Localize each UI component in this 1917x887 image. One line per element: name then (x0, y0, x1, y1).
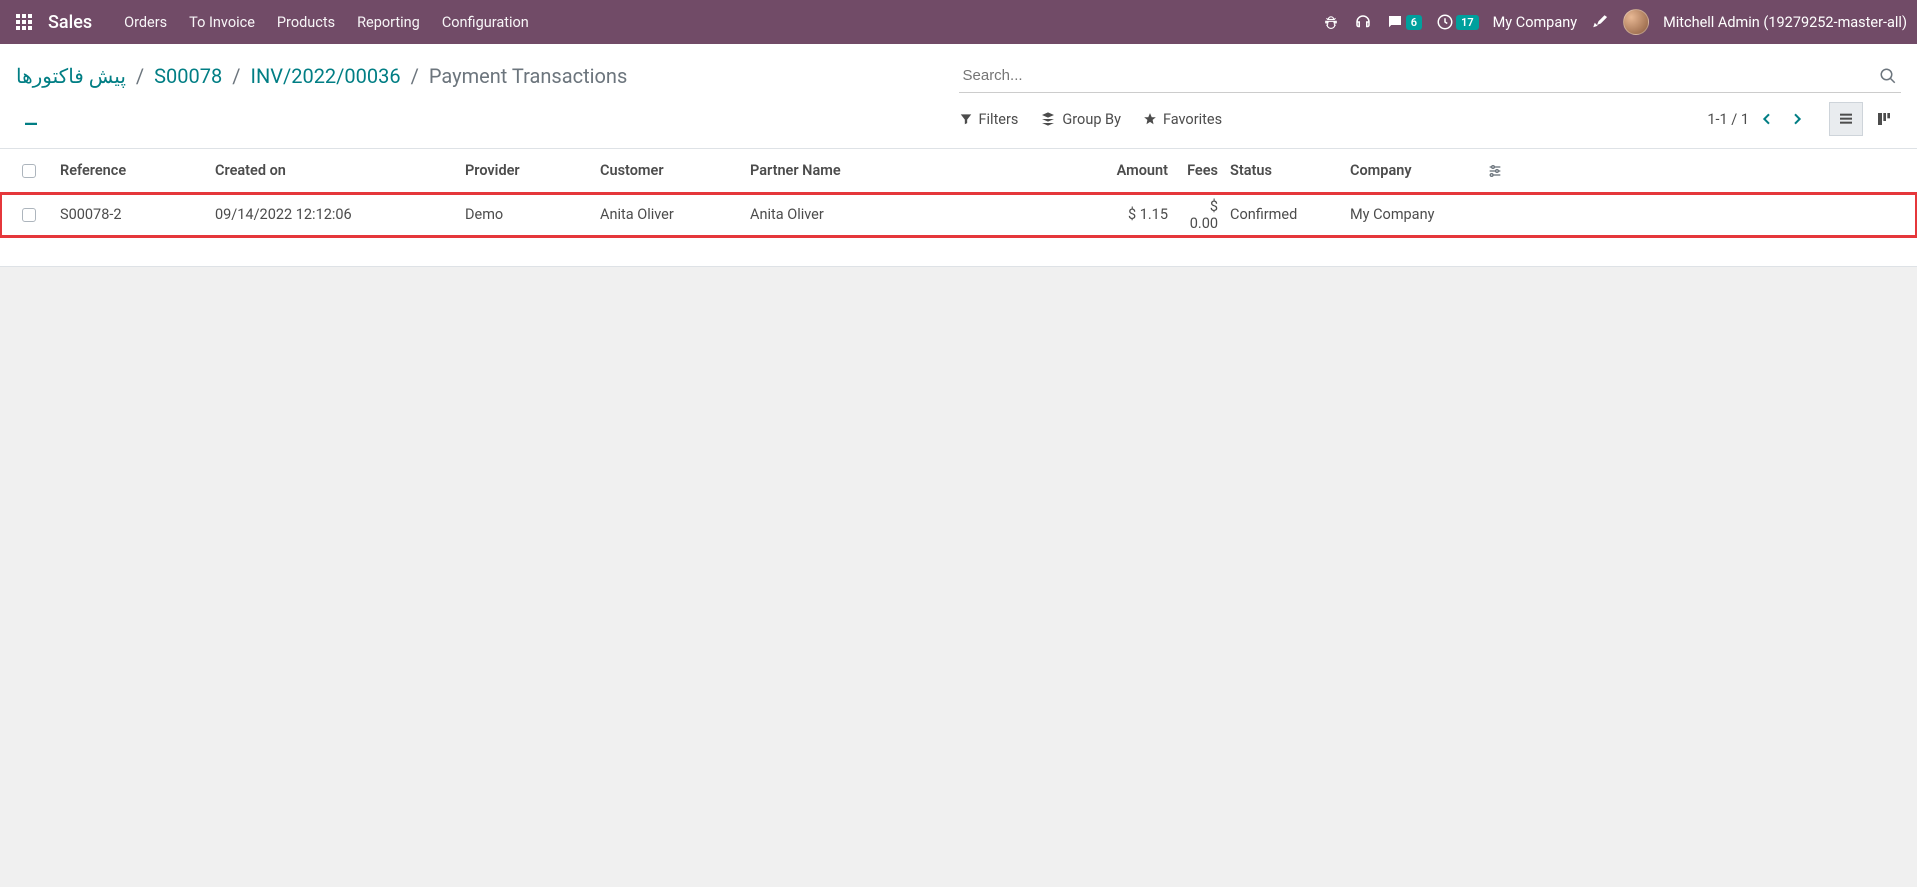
col-partner-name[interactable]: Partner Name (744, 162, 1044, 179)
select-all-cell (4, 164, 54, 178)
cell-fees: $ 0.00 (1174, 198, 1224, 232)
breadcrumb-sep: / (136, 64, 144, 88)
col-company[interactable]: Company (1344, 162, 1479, 179)
cell-created-on: 09/14/2022 12:12:06 (209, 206, 459, 223)
col-status[interactable]: Status (1224, 162, 1344, 179)
cell-amount: $ 1.15 (1044, 206, 1174, 223)
nav-menu-reporting[interactable]: Reporting (357, 14, 420, 31)
company-switcher[interactable]: My Company (1493, 14, 1577, 31)
view-switch (1829, 102, 1901, 136)
avatar[interactable] (1623, 9, 1649, 35)
cell-company: My Company (1344, 206, 1479, 223)
cell-partner-name: Anita Oliver (744, 206, 1044, 223)
pager: 1-1 / 1 (1707, 102, 1901, 136)
col-provider[interactable]: Provider (459, 162, 594, 179)
cell-customer: Anita Oliver (594, 206, 744, 223)
search-icon[interactable] (1875, 63, 1901, 89)
cp-search-tools: Filters Group By Favorites 1-1 / 1 (959, 102, 1902, 136)
activities-badge: 17 (1456, 15, 1479, 30)
top-nav: Sales Orders To Invoice Products Reporti… (0, 0, 1917, 44)
col-fees[interactable]: Fees (1174, 162, 1224, 179)
col-reference[interactable]: Reference (54, 162, 209, 179)
kanban-view-button[interactable] (1867, 102, 1901, 136)
messages-badge: 6 (1406, 15, 1422, 30)
search-input[interactable] (959, 59, 1876, 92)
breadcrumb-sep: / (411, 64, 419, 88)
user-menu[interactable]: Mitchell Admin (19279252-master-all) (1663, 14, 1907, 31)
activities-icon[interactable]: 17 (1436, 8, 1479, 36)
nav-menu-configuration[interactable]: Configuration (442, 14, 529, 31)
cp-row-toolbar: Filters Group By Favorites 1-1 / 1 (16, 98, 1901, 148)
filters-button[interactable]: Filters (959, 111, 1019, 128)
nav-menu-products[interactable]: Products (277, 14, 335, 31)
favorites-label: Favorites (1163, 111, 1222, 128)
cp-row-breadcrumb: پیش فاکتورها / S00078 / INV/2022/00036 /… (16, 54, 1901, 98)
pager-text: 1-1 / 1 (1707, 111, 1749, 128)
app-brand[interactable]: Sales (48, 12, 92, 33)
search-wrap (959, 59, 1902, 93)
groupby-label: Group By (1062, 111, 1121, 128)
list-footer (0, 237, 1917, 267)
support-icon[interactable] (1354, 8, 1372, 36)
favorites-button[interactable]: Favorites (1143, 111, 1222, 128)
col-amount[interactable]: Amount (1044, 162, 1174, 179)
column-options-icon[interactable] (1479, 163, 1511, 179)
apps-icon[interactable] (10, 8, 38, 36)
cp-left-tools (16, 106, 46, 132)
list-header: Reference Created on Provider Customer P… (0, 149, 1917, 193)
control-panel: پیش فاکتورها / S00078 / INV/2022/00036 /… (0, 44, 1917, 149)
top-nav-menu: Orders To Invoice Products Reporting Con… (124, 14, 529, 31)
bug-icon[interactable] (1322, 8, 1340, 36)
breadcrumb: پیش فاکتورها / S00078 / INV/2022/00036 /… (16, 64, 627, 88)
row-select-cell (4, 208, 54, 222)
nav-menu-orders[interactable]: Orders (124, 14, 167, 31)
pager-prev[interactable] (1755, 107, 1779, 131)
list-view: Reference Created on Provider Customer P… (0, 149, 1917, 267)
breadcrumb-link-1[interactable]: S00078 (154, 64, 222, 88)
cell-status: Confirmed (1224, 206, 1344, 223)
list-view-button[interactable] (1829, 102, 1863, 136)
pager-next[interactable] (1785, 107, 1809, 131)
filters-label: Filters (979, 111, 1019, 128)
top-nav-right: 6 17 My Company Mitchell Admin (19279252… (1322, 8, 1907, 36)
nav-menu-to-invoice[interactable]: To Invoice (189, 14, 255, 31)
tools-icon[interactable] (1591, 8, 1609, 36)
table-row[interactable]: S00078-2 09/14/2022 12:12:06 Demo Anita … (0, 193, 1917, 237)
select-all-checkbox[interactable] (22, 164, 36, 178)
col-created-on[interactable]: Created on (209, 162, 459, 179)
breadcrumb-current: Payment Transactions (429, 64, 627, 88)
breadcrumb-sep: / (232, 64, 240, 88)
export-button[interactable] (16, 106, 46, 132)
col-customer[interactable]: Customer (594, 162, 744, 179)
messages-icon[interactable]: 6 (1386, 8, 1422, 36)
row-checkbox[interactable] (22, 208, 36, 222)
breadcrumb-link-2[interactable]: INV/2022/00036 (251, 64, 401, 88)
cell-provider: Demo (459, 206, 594, 223)
cell-reference: S00078-2 (54, 206, 209, 223)
top-nav-left: Sales Orders To Invoice Products Reporti… (10, 8, 529, 36)
breadcrumb-link-0[interactable]: پیش فاکتورها (16, 64, 126, 88)
groupby-button[interactable]: Group By (1040, 111, 1121, 128)
